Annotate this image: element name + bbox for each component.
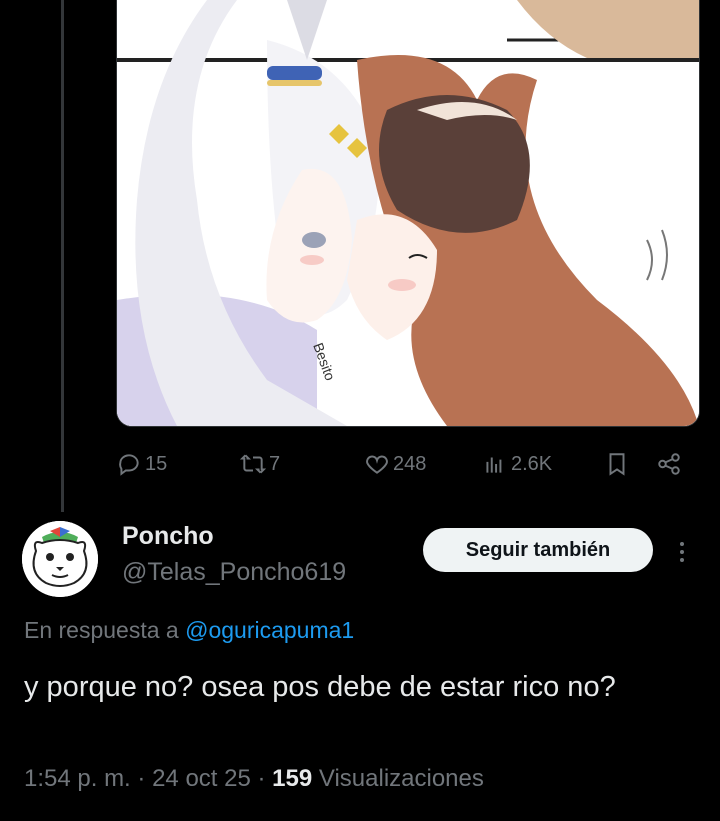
repost-button[interactable]: 7 bbox=[240, 446, 280, 482]
tweet-text: y porque no? osea pos debe de estar rico… bbox=[24, 671, 616, 703]
like-icon bbox=[366, 455, 388, 474]
display-name[interactable]: Poncho bbox=[122, 522, 214, 551]
poncho-avatar-icon bbox=[22, 521, 98, 597]
views-count: 2.6K bbox=[511, 452, 553, 475]
tweet-action-bar: 15 7 248 2.6K bbox=[116, 446, 690, 482]
repost-icon bbox=[240, 454, 266, 474]
tweet-time[interactable]: 1:54 p. m. bbox=[24, 765, 131, 792]
reply-count: 15 bbox=[145, 452, 168, 475]
avatar[interactable] bbox=[22, 521, 98, 597]
views-icon bbox=[486, 457, 502, 473]
tweet-views-count: 159 bbox=[272, 765, 313, 792]
tweet-date[interactable]: 24 oct 25 bbox=[152, 765, 251, 792]
user-handle[interactable]: @Telas_Poncho619 bbox=[122, 558, 346, 587]
tweet-views-label: Visualizaciones bbox=[318, 765, 484, 792]
more-options-button[interactable] bbox=[668, 532, 696, 572]
share-button[interactable] bbox=[656, 446, 682, 482]
reply-mention-link[interactable]: @oguricapuma1 bbox=[185, 617, 354, 643]
reply-context: En respuesta a @oguricapuma1 bbox=[24, 617, 354, 644]
tweet-metadata: 1:54 p. m. · 24 oct 25 · 159 Visualizaci… bbox=[24, 765, 484, 792]
tweet-media-image[interactable]: Besito bbox=[116, 0, 700, 427]
views-button[interactable]: 2.6K bbox=[482, 446, 552, 482]
bookmark-button[interactable] bbox=[604, 446, 630, 482]
reply-button[interactable]: 15 bbox=[116, 446, 167, 482]
thread-connector-line bbox=[61, 0, 64, 512]
follow-button[interactable]: Seguir también bbox=[423, 528, 653, 572]
reply-icon bbox=[119, 454, 139, 476]
like-button[interactable]: 248 bbox=[364, 446, 426, 482]
repost-count: 7 bbox=[269, 452, 281, 475]
more-icon bbox=[680, 542, 684, 546]
bookmark-icon bbox=[609, 453, 625, 476]
reply-prefix: En respuesta a bbox=[24, 617, 179, 643]
share-icon bbox=[658, 453, 680, 475]
like-count: 248 bbox=[393, 452, 427, 475]
